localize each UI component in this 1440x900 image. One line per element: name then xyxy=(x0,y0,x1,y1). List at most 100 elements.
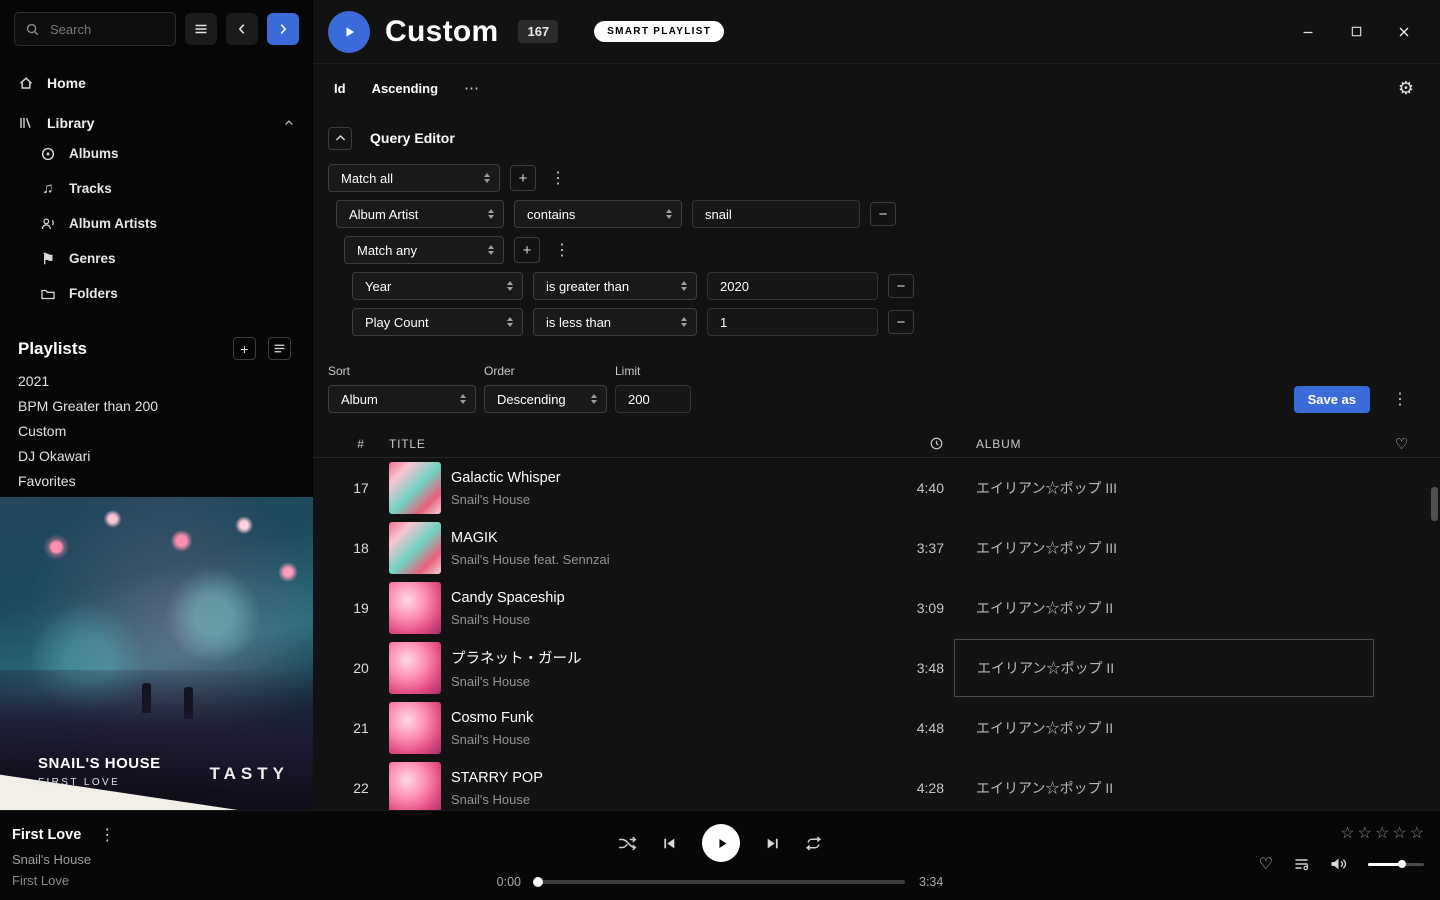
add-rule-button[interactable]: + xyxy=(510,165,536,191)
sidebar-item-albums[interactable]: Albums xyxy=(0,136,313,171)
query-rule-row: Album Artist contains snail − xyxy=(336,200,1440,228)
rule-operator-select[interactable]: is greater than xyxy=(533,272,697,300)
search-input[interactable]: Search xyxy=(14,12,176,46)
rule-field-select[interactable]: Album Artist xyxy=(336,200,504,228)
column-duration[interactable] xyxy=(874,436,954,451)
sort-field-button[interactable]: Id xyxy=(334,81,346,96)
group-menu-icon[interactable]: ⋮ xyxy=(546,168,570,188)
main-content: Custom 167 SMART PLAYLIST xyxy=(313,0,1440,810)
table-row[interactable]: 18 MAGIK Snail's House feat. Sennzai 3:3… xyxy=(313,518,1440,578)
table-row[interactable]: 22 STARRY POP Snail's House 4:28 エイリアン☆ポ… xyxy=(313,758,1440,810)
forward-button[interactable] xyxy=(267,13,299,45)
play-pause-button[interactable] xyxy=(702,824,740,862)
match-type-select[interactable]: Match all xyxy=(328,164,500,192)
save-menu-icon[interactable]: ⋮ xyxy=(1388,389,1412,409)
star-icon[interactable]: ☆ xyxy=(1358,823,1372,843)
menu-button[interactable] xyxy=(185,13,217,45)
rule-value-input[interactable]: 1 xyxy=(707,308,878,336)
next-button[interactable] xyxy=(765,836,780,851)
more-options-icon[interactable]: ⋯ xyxy=(464,79,479,97)
repeat-button[interactable] xyxy=(805,836,822,851)
close-icon xyxy=(1397,25,1411,39)
table-row[interactable]: 20 プラネット・ガール Snail's House 3:48 エイリアン☆ポッ… xyxy=(313,638,1440,698)
track-duration: 4:28 xyxy=(874,780,954,796)
column-favorite[interactable]: ♡ xyxy=(1374,435,1430,453)
remove-rule-button[interactable]: − xyxy=(888,274,914,298)
settings-gear-icon[interactable]: ⚙ xyxy=(1398,78,1414,99)
shuffle-button[interactable] xyxy=(618,836,637,851)
rule-field-select[interactable]: Play Count xyxy=(352,308,523,336)
track-title-cell: Candy Spaceship Snail's House xyxy=(451,590,874,627)
search-icon xyxy=(25,22,40,37)
import-playlist-button[interactable] xyxy=(268,337,291,360)
sidebar: Search Home xyxy=(0,0,313,810)
match-type-select[interactable]: Match any xyxy=(344,236,504,264)
query-editor: Query Editor Match all + ⋮ Album Artist … xyxy=(313,126,1440,336)
queue-button[interactable] xyxy=(1293,857,1310,871)
add-rule-button[interactable]: + xyxy=(514,237,540,263)
star-icon[interactable]: ☆ xyxy=(1392,823,1406,843)
sidebar-item-album-artists[interactable]: Album Artists xyxy=(0,206,313,241)
maximize-button[interactable] xyxy=(1346,22,1366,42)
favorite-button[interactable]: ♡ xyxy=(1259,854,1273,874)
close-button[interactable] xyxy=(1394,22,1414,42)
select-spinner-icon xyxy=(666,209,672,219)
star-icon[interactable]: ☆ xyxy=(1410,823,1424,843)
add-playlist-button[interactable]: + xyxy=(233,337,256,360)
column-title[interactable]: TITLE xyxy=(389,437,874,451)
chevron-up-icon[interactable] xyxy=(283,117,295,129)
rule-value-input[interactable]: snail xyxy=(692,200,860,228)
sort-select[interactable]: Album xyxy=(328,385,476,413)
column-album[interactable]: ALBUM xyxy=(954,437,1374,451)
scrollbar-thumb[interactable] xyxy=(1431,487,1438,521)
rule-value-input[interactable]: 2020 xyxy=(707,272,878,300)
now-playing-artwork[interactable]: SNAIL'S HOUSE FIRST LOVE TASTY xyxy=(0,497,313,810)
rating-stars[interactable]: ☆ ☆ ☆ ☆ ☆ xyxy=(1259,823,1424,843)
artwork-artist: SNAIL'S HOUSE xyxy=(38,755,161,772)
sidebar-item-genres[interactable]: ⚑ Genres xyxy=(0,241,313,276)
group-menu-icon[interactable]: ⋮ xyxy=(550,240,574,260)
sidebar-item-label: Home xyxy=(47,75,86,91)
now-playing-menu-icon[interactable]: ⋮ xyxy=(95,825,119,845)
minimize-button[interactable] xyxy=(1298,22,1318,42)
playlist-item[interactable]: DJ Okawari xyxy=(0,443,313,468)
play-playlist-button[interactable] xyxy=(328,11,370,53)
seek-bar[interactable] xyxy=(535,880,905,884)
order-select[interactable]: Descending xyxy=(484,385,607,413)
column-number[interactable]: # xyxy=(333,437,389,451)
sidebar-item-library[interactable]: Library xyxy=(0,110,313,136)
chevron-up-icon xyxy=(335,134,346,142)
playlist-item[interactable]: Custom xyxy=(0,418,313,443)
playlist-item[interactable]: Favorites xyxy=(0,468,313,493)
limit-input[interactable]: 200 xyxy=(615,385,691,413)
sort-direction-button[interactable]: Ascending xyxy=(372,81,438,96)
track-title-cell: プラネット・ガール Snail's House xyxy=(451,647,874,689)
heart-icon: ♡ xyxy=(1395,436,1409,453)
star-icon[interactable]: ☆ xyxy=(1340,823,1354,843)
playlist-item[interactable]: BPM Greater than 200 xyxy=(0,393,313,418)
collapse-query-editor-button[interactable] xyxy=(328,127,352,150)
table-row[interactable]: 21 Cosmo Funk Snail's House 4:48 エイリアン☆ポ… xyxy=(313,698,1440,758)
sidebar-item-folders[interactable]: Folders xyxy=(0,276,313,311)
back-button[interactable] xyxy=(226,13,258,45)
playlist-item[interactable]: 2021 xyxy=(0,368,313,393)
remove-rule-button[interactable]: − xyxy=(870,202,896,226)
search-placeholder: Search xyxy=(50,22,91,37)
seek-knob[interactable] xyxy=(533,877,543,887)
star-icon[interactable]: ☆ xyxy=(1375,823,1389,843)
sidebar-item-home[interactable]: Home xyxy=(0,70,313,96)
volume-button[interactable] xyxy=(1330,857,1348,871)
track-title: Candy Spaceship xyxy=(451,590,874,606)
volume-slider[interactable] xyxy=(1368,863,1424,866)
rule-operator-select[interactable]: contains xyxy=(514,200,682,228)
sidebar-item-tracks[interactable]: ♫ Tracks xyxy=(0,171,313,206)
track-table: # TITLE ALBUM ♡ 17 Galactic Whisper Snai… xyxy=(313,430,1440,810)
table-row[interactable]: 17 Galactic Whisper Snail's House 4:40 エ… xyxy=(313,458,1440,518)
save-as-button[interactable]: Save as xyxy=(1294,386,1370,413)
table-row[interactable]: 19 Candy Spaceship Snail's House 3:09 エイ… xyxy=(313,578,1440,638)
rule-field-select[interactable]: Year xyxy=(352,272,523,300)
rule-operator-select[interactable]: is less than xyxy=(533,308,697,336)
remove-rule-button[interactable]: − xyxy=(888,310,914,334)
previous-button[interactable] xyxy=(662,836,677,851)
volume-knob[interactable] xyxy=(1398,860,1406,868)
